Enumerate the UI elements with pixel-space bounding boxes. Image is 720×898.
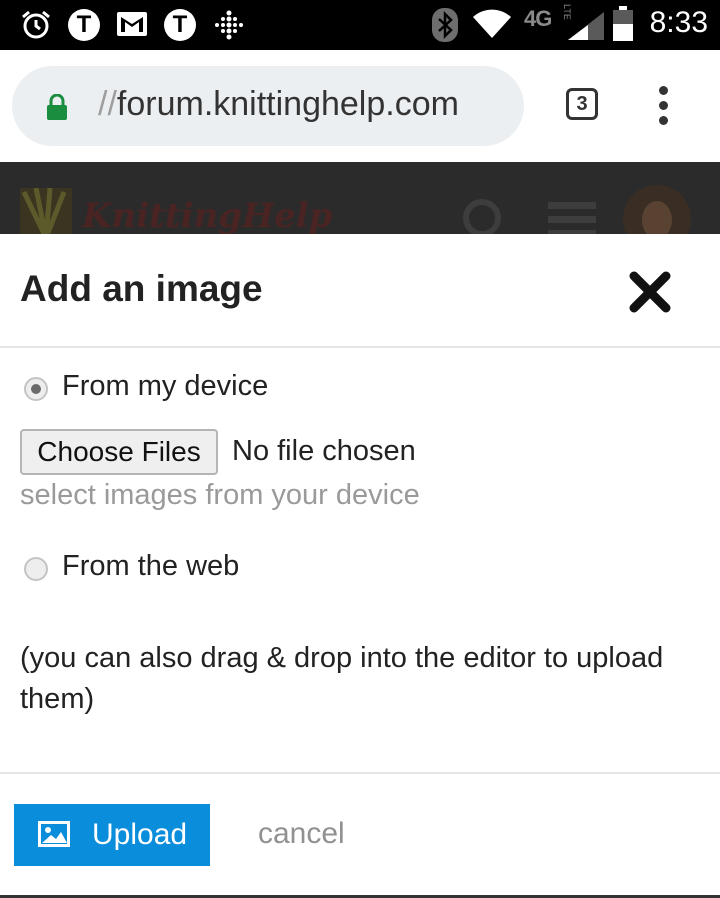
status-bar: T T 4G LTE 8:33 bbox=[0, 0, 720, 50]
signal-icon bbox=[568, 12, 604, 40]
tab-switcher-button[interactable]: 3 bbox=[566, 88, 598, 120]
lock-icon bbox=[47, 94, 67, 120]
cancel-link[interactable]: cancel bbox=[258, 817, 345, 851]
gmail-icon bbox=[117, 12, 147, 36]
header-divider bbox=[0, 346, 720, 348]
browser-toolbar: //forum.knittinghelp.com 3 bbox=[0, 50, 720, 162]
url-text: //forum.knittinghelp.com bbox=[98, 85, 459, 124]
radio-from-device[interactable] bbox=[24, 377, 48, 401]
site-logo-text: KnittingHelp bbox=[82, 196, 333, 234]
more-menu-icon[interactable] bbox=[654, 86, 674, 126]
wifi-icon bbox=[473, 9, 511, 38]
close-icon[interactable] bbox=[628, 270, 672, 314]
radio-from-web[interactable] bbox=[24, 557, 48, 581]
site-logo-icon bbox=[20, 188, 72, 234]
avatar[interactable] bbox=[622, 184, 692, 234]
modal-title: Add an image bbox=[20, 268, 263, 309]
url-prefix: // bbox=[98, 85, 117, 123]
footer-divider bbox=[0, 772, 720, 774]
image-icon bbox=[38, 821, 70, 847]
add-image-modal: Add an image From my device Choose Files… bbox=[0, 234, 720, 898]
search-icon[interactable] bbox=[460, 196, 506, 234]
upload-button[interactable]: Upload bbox=[14, 804, 210, 866]
network-type: 4G bbox=[524, 6, 552, 31]
bluetooth-icon bbox=[432, 8, 458, 42]
battery-icon bbox=[613, 6, 633, 41]
url-host: forum.knittinghelp.com bbox=[116, 85, 459, 123]
file-hint: select images from your device bbox=[20, 479, 420, 511]
upload-label: Upload bbox=[92, 818, 188, 851]
clock-time: 8:33 bbox=[649, 6, 708, 39]
drag-drop-note: (you can also drag & drop into the edito… bbox=[20, 642, 664, 715]
from-web-label[interactable]: From the web bbox=[62, 550, 239, 583]
from-device-label[interactable]: From my device bbox=[62, 370, 268, 403]
t-app-icon: T bbox=[68, 9, 100, 41]
address-bar[interactable]: //forum.knittinghelp.com bbox=[12, 66, 524, 146]
site-header: KnittingHelp bbox=[0, 162, 720, 234]
file-status: No file chosen bbox=[232, 435, 416, 467]
hamburger-icon[interactable] bbox=[548, 202, 596, 234]
t-app-icon: T bbox=[164, 9, 196, 41]
fitbit-icon bbox=[215, 10, 243, 40]
choose-files-button[interactable]: Choose Files bbox=[20, 429, 218, 475]
alarm-icon bbox=[22, 10, 50, 39]
